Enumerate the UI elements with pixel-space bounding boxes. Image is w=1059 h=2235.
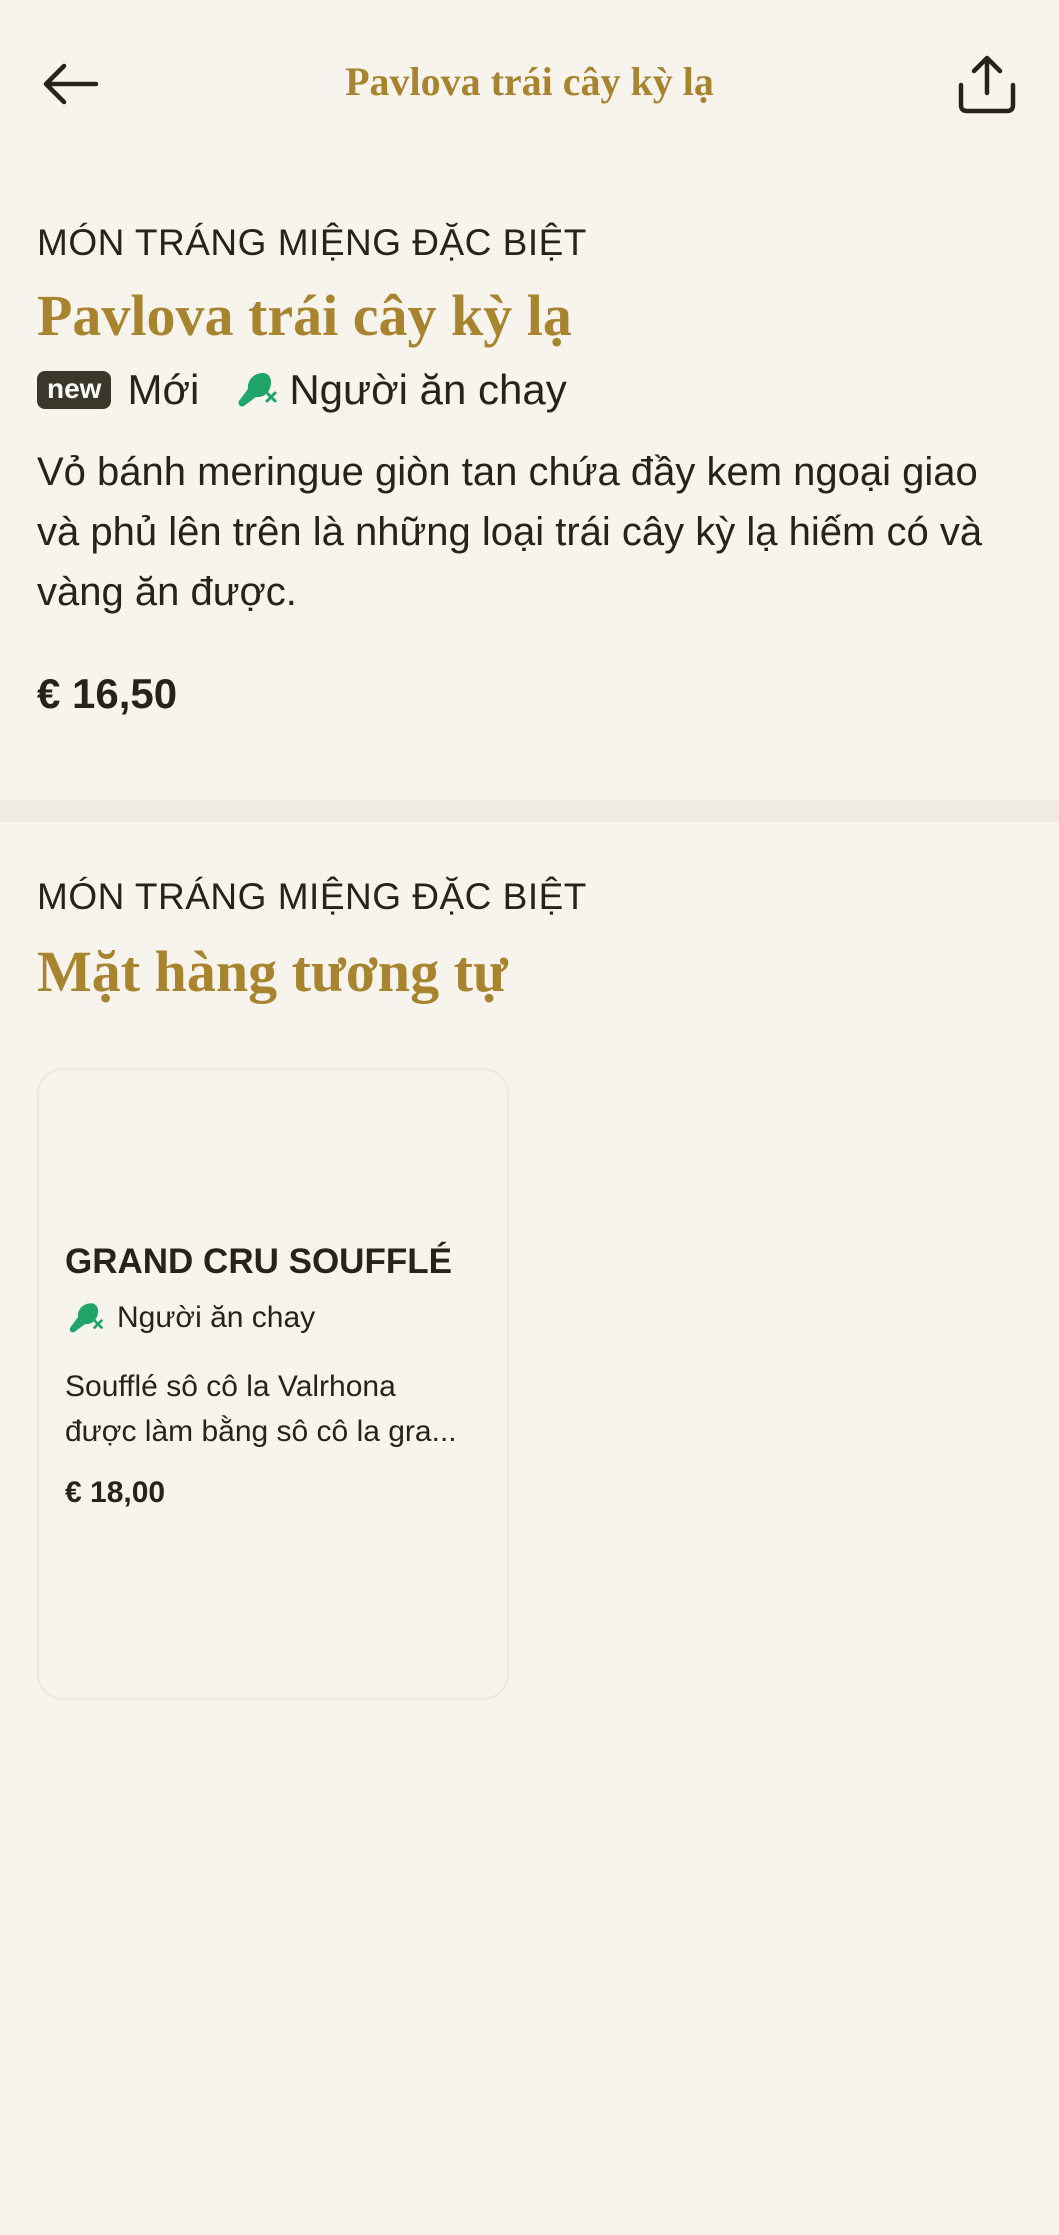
- item-category: MÓN TRÁNG MIỆNG ĐẶC BIỆT: [37, 222, 587, 263]
- card-tags: Người ăn chay: [65, 1298, 485, 1338]
- vegetarian-icon: [65, 1298, 105, 1338]
- card-description-line: Soufflé sô cô la Valrhona: [65, 1370, 396, 1403]
- top-bar: Pavlova trái cây kỳ lạ: [0, 0, 1059, 170]
- new-badge: new: [37, 371, 112, 409]
- item-name: Pavlova trái cây kỳ lạ: [37, 283, 572, 348]
- arrow-left-icon: [43, 63, 99, 105]
- similar-item-card[interactable]: GRAND CRU SOUFFLÉ Người ăn chay Soufflé …: [37, 1068, 509, 1700]
- back-button[interactable]: [30, 44, 110, 124]
- card-description: Soufflé sô cô la Valrhona được làm bằng …: [65, 1364, 485, 1454]
- similar-category: MÓN TRÁNG MIỆNG ĐẶC BIỆT: [37, 876, 587, 917]
- card-content: GRAND CRU SOUFFLÉ Người ăn chay Soufflé …: [65, 1240, 485, 1510]
- section-divider: [0, 800, 1059, 822]
- card-title: GRAND CRU SOUFFLÉ: [65, 1242, 452, 1281]
- card-description-line: được làm bằng sô cô la gra...: [65, 1415, 457, 1448]
- similar-heading: Mặt hàng tương tự: [37, 939, 508, 1004]
- item-description: Vỏ bánh meringue giòn tan chứa đầy kem n…: [37, 450, 983, 614]
- vegetarian-label: Người ăn chay: [289, 366, 567, 413]
- item-price: € 16,50: [37, 670, 178, 717]
- share-icon: [958, 55, 1016, 114]
- card-price: € 18,00: [65, 1476, 166, 1509]
- item-tags: new Mới Người ăn chay: [37, 362, 1022, 418]
- share-button[interactable]: [947, 44, 1027, 124]
- item-detail: MÓN TRÁNG MIỆNG ĐẶC BIỆT Pavlova trái câ…: [37, 218, 1022, 718]
- page-title: Pavlova trái cây kỳ lạ: [345, 59, 714, 104]
- card-vegetarian-label: Người ăn chay: [117, 1301, 316, 1334]
- similar-items-section: MÓN TRÁNG MIỆNG ĐẶC BIỆT Mặt hàng tương …: [37, 872, 1022, 1008]
- vegetarian-icon: [233, 367, 279, 413]
- new-badge-label: Mới: [127, 366, 200, 413]
